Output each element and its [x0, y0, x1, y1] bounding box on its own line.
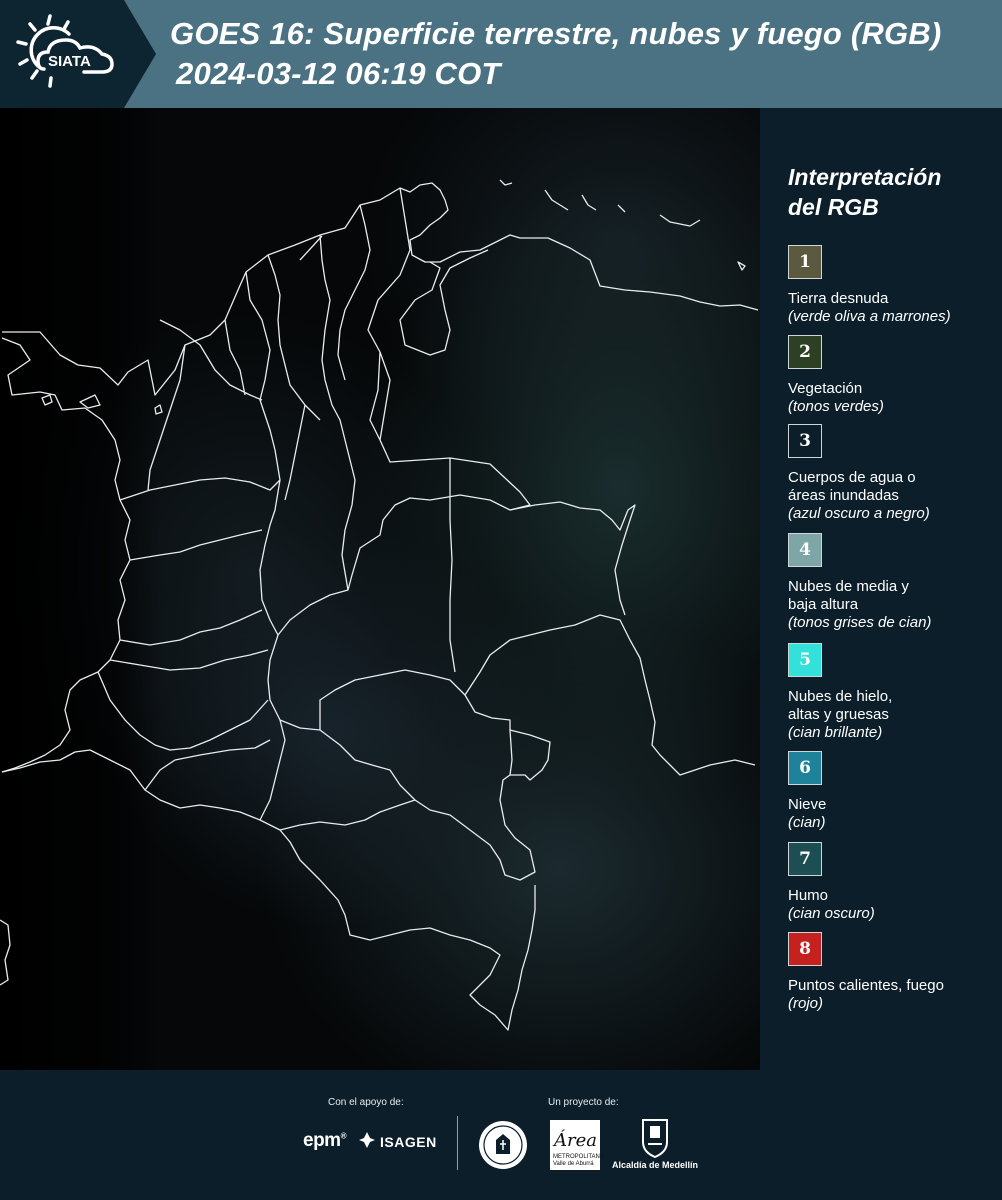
- eastern-border: [267, 187, 756, 881]
- legend-label: Nubes de hielo, altas y gruesas: [788, 688, 893, 723]
- legend-desc: (cian brillante): [788, 724, 883, 741]
- guainia-vichada-border: [509, 501, 636, 616]
- epm-text: epm: [303, 1130, 341, 1151]
- southern-border: [1, 749, 536, 1031]
- amva-subtext: METROPOLITANA Valle de Aburrá: [553, 1154, 604, 1167]
- logo-text: SIATA: [48, 53, 91, 70]
- legend-title-line2: del RGB: [788, 194, 879, 220]
- legend-label: Tierra desnuda: [788, 290, 889, 307]
- isagen-icon: [359, 1132, 375, 1148]
- department-boundaries: [97, 204, 513, 831]
- legend-label: Nubes de media y baja altura: [788, 578, 909, 613]
- legend-desc: (cian): [788, 814, 826, 831]
- legend-swatch: 1: [788, 245, 822, 279]
- legend-item-fire: 8 Puntos calientes, fuego (rojo): [788, 932, 998, 1013]
- legend-desc: (tonos verdes): [788, 398, 884, 415]
- colombia-boundaries: [0, 179, 759, 1031]
- legend-desc: (tonos grises de cian): [788, 614, 932, 631]
- islands: [0, 179, 746, 986]
- venezuela-border: [299, 235, 489, 356]
- university-seal-icon[interactable]: [478, 1120, 528, 1170]
- legend-item-smoke: 7 Humo (cian oscuro): [788, 842, 998, 923]
- legend-swatch: 2: [788, 335, 822, 369]
- legend-desc: (rojo): [788, 995, 824, 1012]
- pacific-coast: [1, 337, 131, 773]
- header-bar: SIATA GOES 16: Superficie terrestre, nub…: [0, 0, 1002, 108]
- area-metropolitana-logo[interactable]: Área METROPOLITANA Valle de Aburrá: [550, 1120, 604, 1170]
- legend-swatch: 6: [788, 751, 822, 785]
- legend-swatch: 4: [788, 533, 822, 567]
- amva-text: Área: [554, 1130, 597, 1151]
- legend-label: Cuerpos de agua o áreas inundadas: [788, 469, 916, 504]
- footer-divider: [457, 1116, 458, 1170]
- siata-logo[interactable]: SIATA: [0, 0, 156, 108]
- legend-item-ice-clouds: 5 Nubes de hielo, altas y gruesas (cian …: [788, 643, 998, 742]
- support-label: Con el apoyo de:: [328, 1097, 404, 1108]
- project-label: Un proyecto de:: [548, 1097, 619, 1108]
- product-title: GOES 16: Superficie terrestre, nubes y f…: [170, 16, 942, 51]
- legend-desc: (cian oscuro): [788, 905, 875, 922]
- legend-desc: (azul oscuro a negro): [788, 505, 930, 522]
- legend-label: Humo: [788, 887, 829, 904]
- legend-swatch: 5: [788, 643, 822, 677]
- legend-title: Interpretación del RGB: [788, 162, 941, 222]
- satellite-map[interactable]: [0, 108, 760, 1070]
- legend-label: Puntos calientes, fuego: [788, 977, 944, 994]
- legend-item-water: 3 Cuerpos de agua o áreas inundadas (azu…: [788, 424, 998, 523]
- medellin-shield-icon[interactable]: [640, 1118, 670, 1158]
- footer: Con el apoyo de: Un proyecto de: epm® IS…: [0, 1070, 1002, 1200]
- alcaldia-label: Alcaldía de Medellín: [612, 1160, 699, 1170]
- siata-sun-cloud-icon: SIATA: [16, 14, 114, 88]
- epm-logo[interactable]: epm®: [303, 1130, 347, 1152]
- legend-swatch: 3: [788, 424, 822, 458]
- timestamp: 2024-03-12 06:19 COT: [176, 56, 501, 91]
- legend-desc: (verde oliva a marrones): [788, 308, 951, 325]
- legend-swatch: 8: [788, 932, 822, 966]
- legend-label: Nieve: [788, 796, 827, 813]
- legend-item-bare-soil: 1 Tierra desnuda (verde oliva a marrones…: [788, 245, 998, 326]
- legend-item-low-clouds: 4 Nubes de media y baja altura (tonos gr…: [788, 533, 998, 632]
- legend-item-snow: 6 Nieve (cian): [788, 751, 998, 832]
- legend-title-line1: Interpretación: [788, 164, 942, 190]
- legend-item-vegetation: 2 Vegetación (tonos verdes): [788, 335, 998, 416]
- legend-label: Vegetación: [788, 380, 863, 397]
- legend-swatch: 7: [788, 842, 822, 876]
- isagen-logo[interactable]: ISAGEN: [380, 1134, 437, 1150]
